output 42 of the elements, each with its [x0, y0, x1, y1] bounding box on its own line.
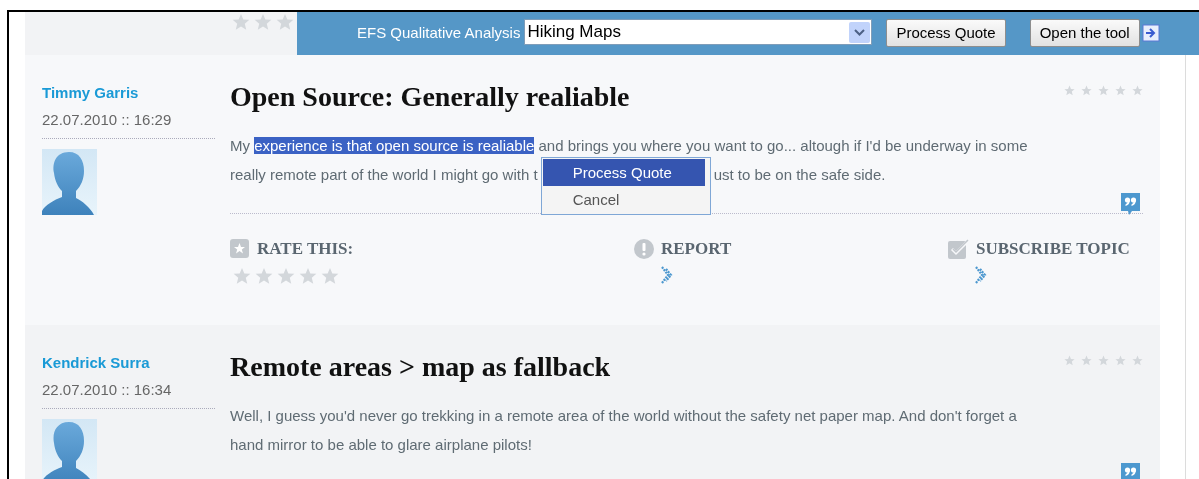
star-icon [276, 13, 294, 31]
analysis-select[interactable]: Hiking Maps [524, 19, 873, 45]
star-icon [1081, 85, 1092, 96]
star-icon [232, 13, 250, 31]
star-icon [1132, 355, 1143, 366]
post-text: Well, I guess you'd never go trekking in a remote area of the world without the safety net paper map. And don't forget a hand mirror to be able to glare airplane pilots! [230, 406, 1018, 455]
report-link[interactable]: REPORT [661, 236, 732, 262]
star-icon [233, 266, 251, 285]
post-date: 22.07.2010 :: 16:34 [42, 380, 173, 400]
post-title: Open Source: Generally realiable [230, 80, 630, 114]
star-icon [1115, 85, 1126, 96]
star-icon [1098, 85, 1109, 96]
avatar-icon [42, 149, 97, 215]
menu-item[interactable]: Process Quote [542, 159, 705, 186]
star-icon [1064, 355, 1075, 366]
quote-icon[interactable] [1121, 193, 1140, 215]
star-icon [1098, 355, 1109, 366]
menu-item[interactable]: Cancel [542, 186, 709, 213]
toolbar-button[interactable]: Process Quote [886, 19, 1006, 47]
star-icon [299, 266, 317, 285]
star-icon [254, 13, 272, 31]
star-icon [321, 266, 339, 285]
quote-icon[interactable] [1121, 463, 1140, 479]
star-icon [277, 266, 295, 285]
star-icon [1081, 355, 1092, 366]
star-badge-icon [230, 239, 249, 259]
toolbar-title: EFS Qualitative Analysis [357, 23, 521, 43]
double-chevron-icon[interactable] [975, 265, 987, 284]
subscribe-link[interactable]: SUBSCRIBE TOPIC [976, 236, 1130, 262]
rate-label: RATE THIS: [257, 238, 354, 260]
star-icon [1132, 85, 1143, 96]
toolbar-button[interactable]: Open the tool [1029, 19, 1140, 47]
post-date: 22.07.2010 :: 16:29 [42, 110, 173, 130]
checkbox-icon [948, 238, 971, 259]
star-icon [255, 266, 273, 285]
avatar-icon [42, 419, 97, 479]
double-chevron-icon[interactable] [661, 265, 673, 284]
star-icon [1115, 355, 1126, 366]
exclamation-icon [634, 238, 654, 259]
post-title: Remote areas > map as fallback [230, 350, 611, 384]
star-icon [1064, 85, 1075, 96]
exit-icon[interactable] [1141, 24, 1160, 42]
